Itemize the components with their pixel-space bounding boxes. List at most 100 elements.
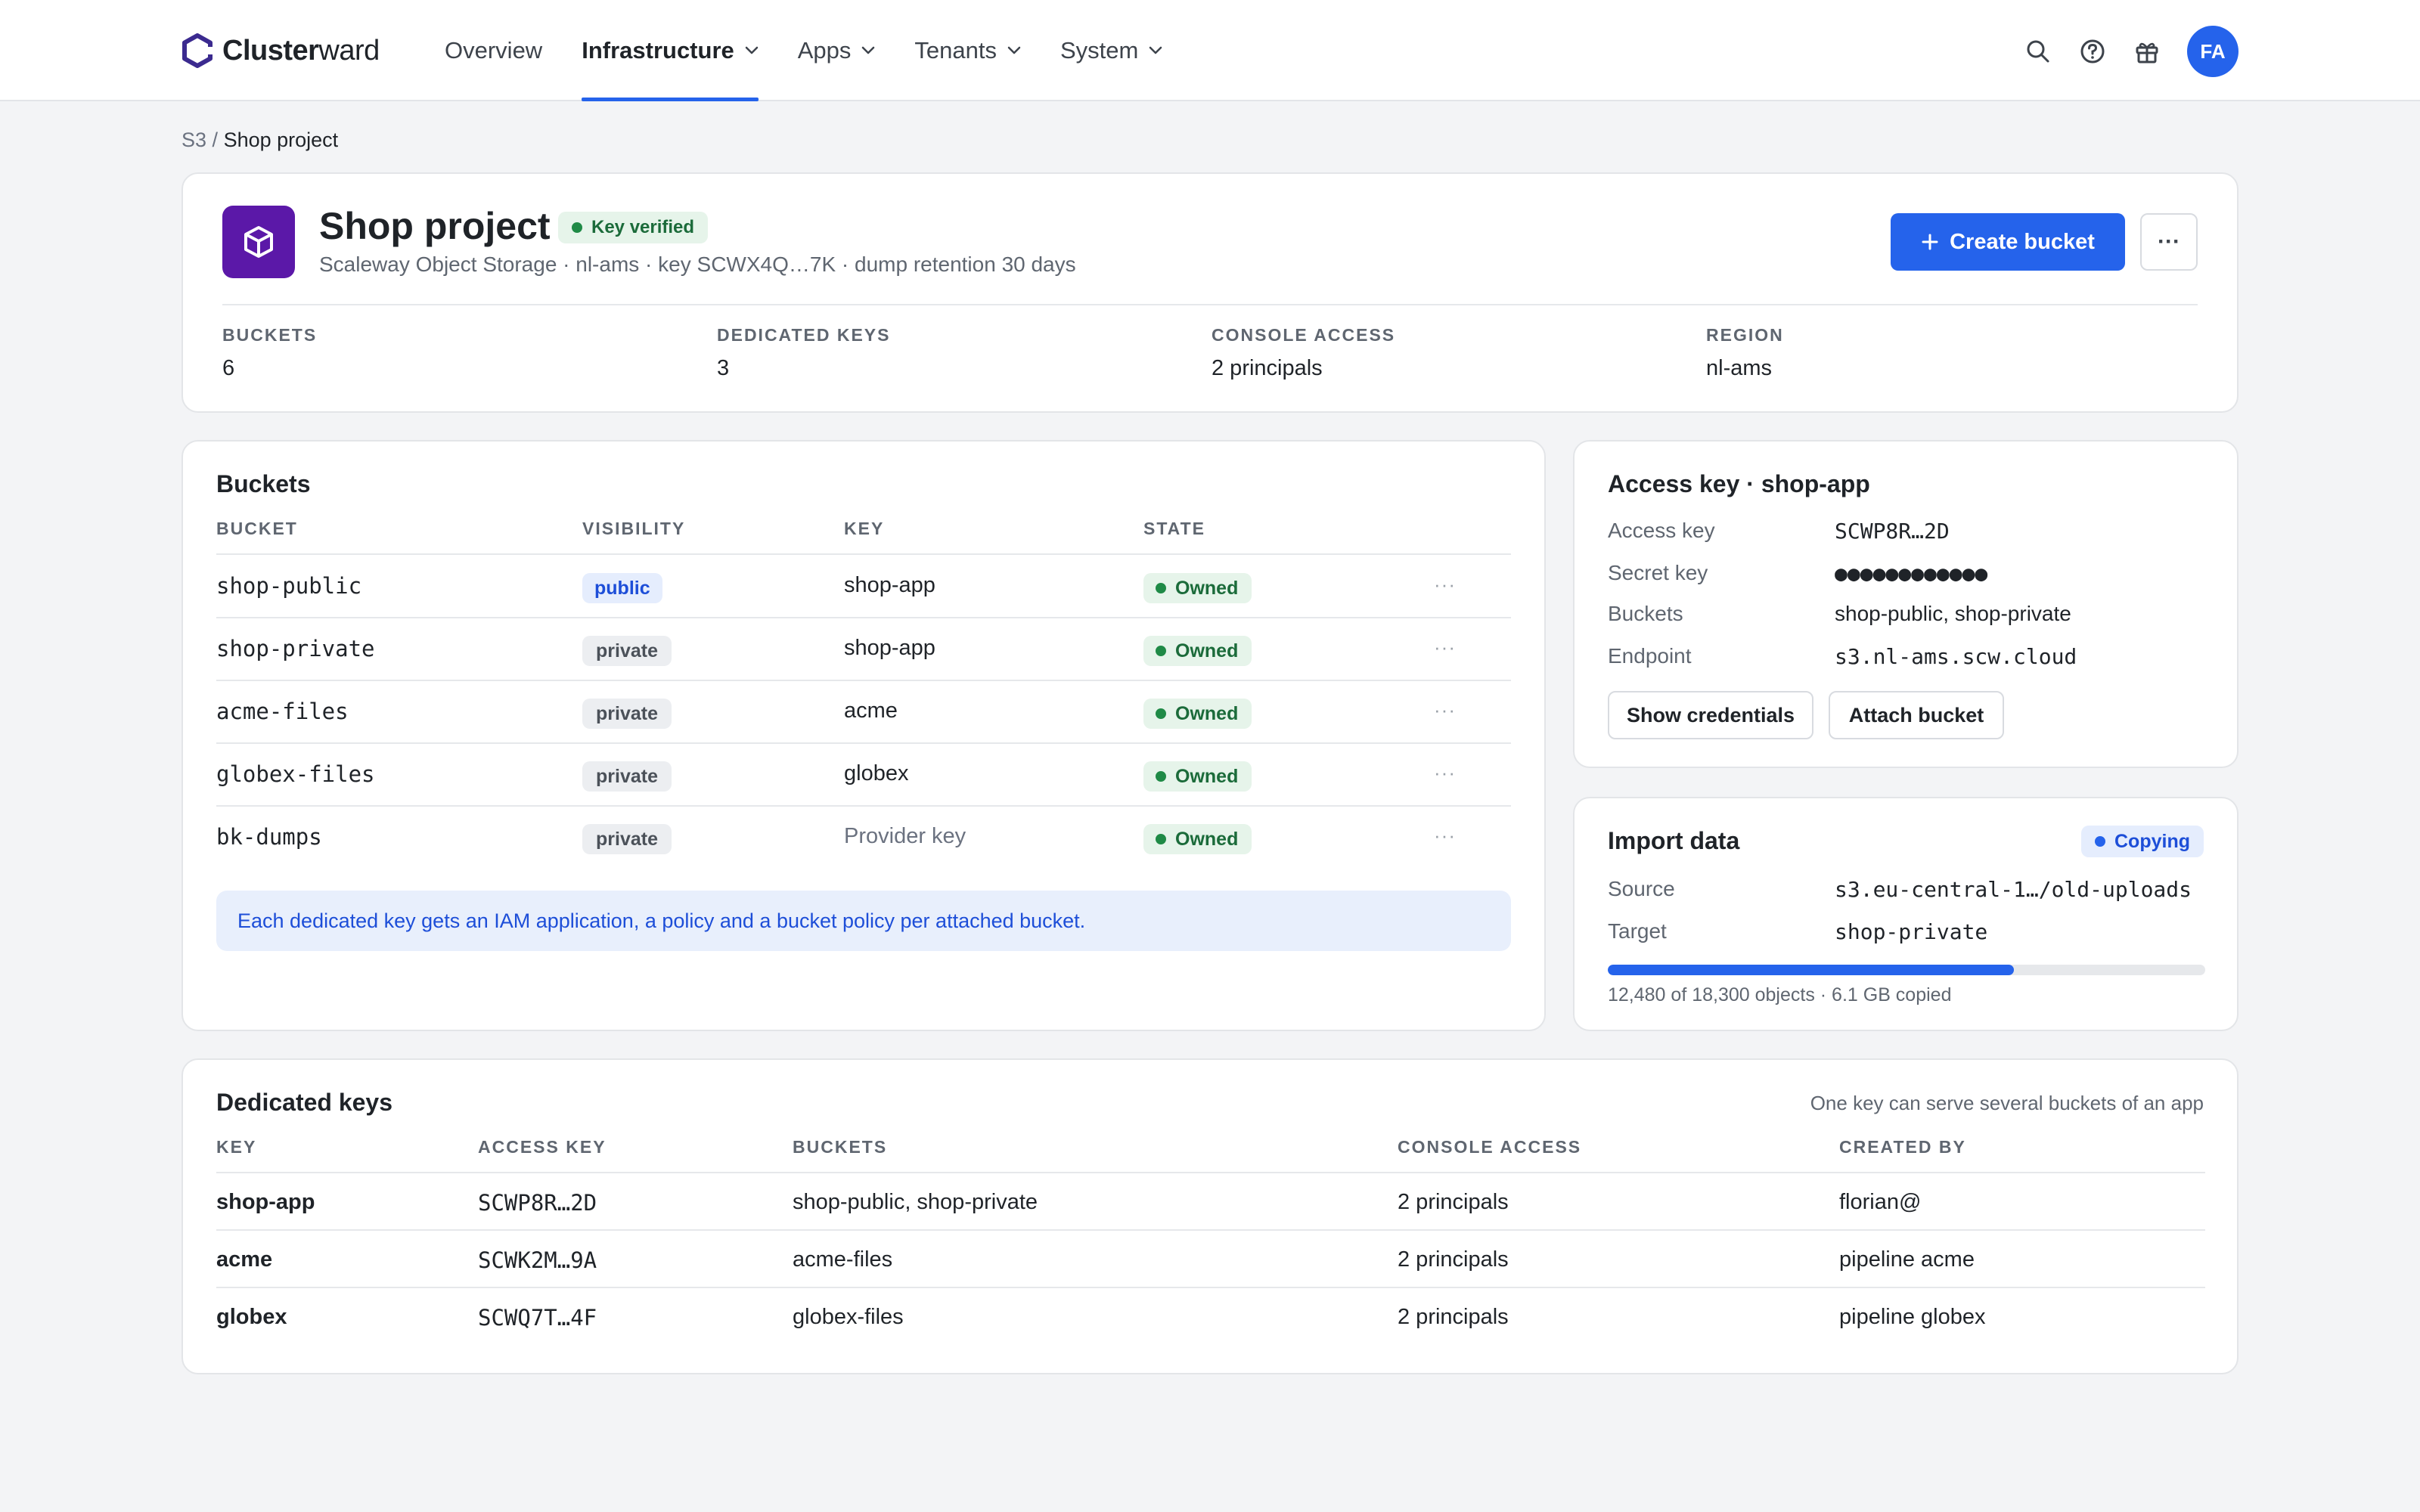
show-credentials-button[interactable]: Show credentials — [1608, 691, 1813, 739]
state-label: Owned — [1175, 828, 1239, 850]
endpoint-value: s3.nl-ams.scw.cloud — [1835, 644, 2077, 669]
nav-infrastructure[interactable]: Infrastructure — [582, 0, 759, 101]
top-nav: Clusterward Overview Infrastructure Apps… — [0, 0, 2420, 101]
badge-label: Copying — [2114, 830, 2190, 852]
row-menu-icon[interactable]: ··· — [1434, 699, 1456, 722]
dedicated-keys-hint: One key can serve several buckets of an … — [1810, 1092, 2204, 1114]
target-value: shop-private — [1835, 919, 1988, 944]
chevron-down-icon — [862, 46, 875, 54]
app-logo[interactable]: Clusterward — [182, 33, 380, 68]
stat-region: REGION nl-ams — [1706, 325, 1784, 381]
bucket-key: globex — [844, 761, 909, 785]
visibility-badge: private — [582, 824, 672, 854]
breadcrumb-parent[interactable]: S3 — [182, 129, 206, 151]
attach-bucket-button[interactable]: Attach bucket — [1829, 691, 2004, 739]
nav-tenants[interactable]: Tenants — [914, 0, 1021, 101]
visibility-badge: private — [582, 699, 672, 729]
state-badge: Owned — [1143, 761, 1252, 792]
key-created-by: pipeline acme — [1839, 1247, 1975, 1272]
secret-key-value: ●●●●●●●●●●●● — [1835, 561, 1988, 586]
stat-buckets: BUCKETS 6 — [222, 325, 317, 381]
key-verified-badge: Key verified — [558, 212, 709, 243]
app-name: Clusterward — [222, 34, 380, 67]
key-buckets: acme-files — [793, 1247, 893, 1272]
key-created-by: pipeline globex — [1839, 1305, 1986, 1329]
row-divider — [216, 742, 1511, 744]
project-icon — [222, 206, 295, 278]
field-label: Source — [1608, 877, 1675, 900]
access-key-value: SCWQ7T…4F — [478, 1305, 597, 1331]
nav-actions: FA — [2024, 26, 2238, 77]
bucket-name[interactable]: bk-dumps — [216, 824, 322, 850]
chevron-down-icon — [1150, 46, 1162, 54]
column-header-bucket[interactable]: BUCKET — [216, 519, 298, 539]
status-dot-icon — [1156, 646, 1166, 656]
key-console-access: 2 principals — [1398, 1247, 1509, 1272]
column-header-state[interactable]: STATE — [1143, 519, 1205, 539]
stat-value: 2 principals — [1212, 356, 1323, 380]
status-dot-icon — [1156, 834, 1166, 844]
row-divider — [216, 1287, 2205, 1288]
row-divider — [216, 617, 1511, 618]
key-created-by: florian@ — [1839, 1190, 1922, 1214]
help-icon[interactable] — [2078, 37, 2107, 66]
bucket-name[interactable]: acme-files — [216, 699, 349, 724]
access-key-value: SCWP8R…2D — [1835, 519, 1950, 544]
gift-icon[interactable] — [2133, 37, 2161, 66]
state-label: Owned — [1175, 577, 1239, 599]
status-dot-icon — [1156, 771, 1166, 782]
nav-overview[interactable]: Overview — [445, 0, 542, 101]
chevron-down-icon — [745, 46, 758, 54]
row-menu-icon[interactable]: ··· — [1434, 761, 1456, 785]
row-menu-icon[interactable]: ··· — [1434, 573, 1456, 596]
buckets-card: Buckets BUCKET VISIBILITY KEY STATE shop… — [182, 440, 1546, 1031]
row-menu-icon[interactable]: ··· — [1434, 636, 1456, 659]
stat-label: DEDICATED KEYS — [717, 325, 891, 345]
row-menu-icon[interactable]: ··· — [1434, 824, 1456, 847]
row-divider — [216, 805, 1511, 807]
field-label: Endpoint — [1608, 644, 1692, 668]
search-icon[interactable] — [2024, 37, 2052, 66]
key-name[interactable]: shop-app — [216, 1190, 315, 1215]
bucket-key: acme — [844, 699, 898, 723]
column-header-console-access[interactable]: CONSOLE ACCESS — [1398, 1137, 1581, 1157]
key-name[interactable]: acme — [216, 1247, 272, 1272]
field-label: Secret key — [1608, 561, 1708, 584]
copying-status-badge: Copying — [2081, 826, 2204, 857]
field-label: Target — [1608, 919, 1667, 943]
stat-value: 3 — [717, 356, 730, 380]
bucket-name[interactable]: shop-public — [216, 573, 361, 599]
column-header-visibility[interactable]: VISIBILITY — [582, 519, 685, 539]
bucket-name[interactable]: shop-private — [216, 636, 375, 662]
breadcrumb-current: Shop project — [223, 129, 339, 151]
info-note: Each dedicated key gets an IAM applicati… — [216, 891, 1511, 951]
breadcrumb-separator: / — [212, 129, 219, 151]
nav-system[interactable]: System — [1060, 0, 1162, 101]
create-bucket-button[interactable]: Create bucket — [1891, 213, 2125, 271]
buckets-value: shop-public, shop-private — [1835, 602, 2071, 625]
stat-dedicated-keys: DEDICATED KEYS 3 — [717, 325, 891, 381]
nav-label: Tenants — [914, 37, 997, 64]
table-header-divider — [216, 1172, 2205, 1173]
more-options-button[interactable]: ··· — [2140, 213, 2198, 271]
bucket-name[interactable]: globex-files — [216, 761, 375, 787]
column-header-created-by[interactable]: CREATED BY — [1839, 1137, 1966, 1157]
column-header-buckets[interactable]: BUCKETS — [793, 1137, 887, 1157]
user-avatar[interactable]: FA — [2187, 26, 2238, 77]
cube-icon — [244, 226, 273, 258]
column-header-key[interactable]: KEY — [216, 1137, 256, 1157]
nav-apps[interactable]: Apps — [798, 0, 876, 101]
key-console-access: 2 principals — [1398, 1190, 1509, 1214]
import-data-card: Import data Copying Source s3.eu-central… — [1573, 797, 2238, 1031]
project-header-card: Shop project Key verified Scaleway Objec… — [182, 172, 2238, 413]
project-subtitle: Scaleway Object Storage · nl-ams · key S… — [319, 253, 1076, 276]
column-header-key[interactable]: KEY — [844, 519, 884, 539]
nav-label: Apps — [797, 37, 852, 64]
visibility-badge: public — [582, 573, 662, 603]
field-label: Access key — [1608, 519, 1715, 542]
key-name[interactable]: globex — [216, 1305, 287, 1330]
nav-label: Overview — [445, 37, 543, 64]
table-header-divider — [216, 553, 1511, 555]
logo-icon — [182, 33, 213, 68]
column-header-access-key[interactable]: ACCESS KEY — [478, 1137, 607, 1157]
